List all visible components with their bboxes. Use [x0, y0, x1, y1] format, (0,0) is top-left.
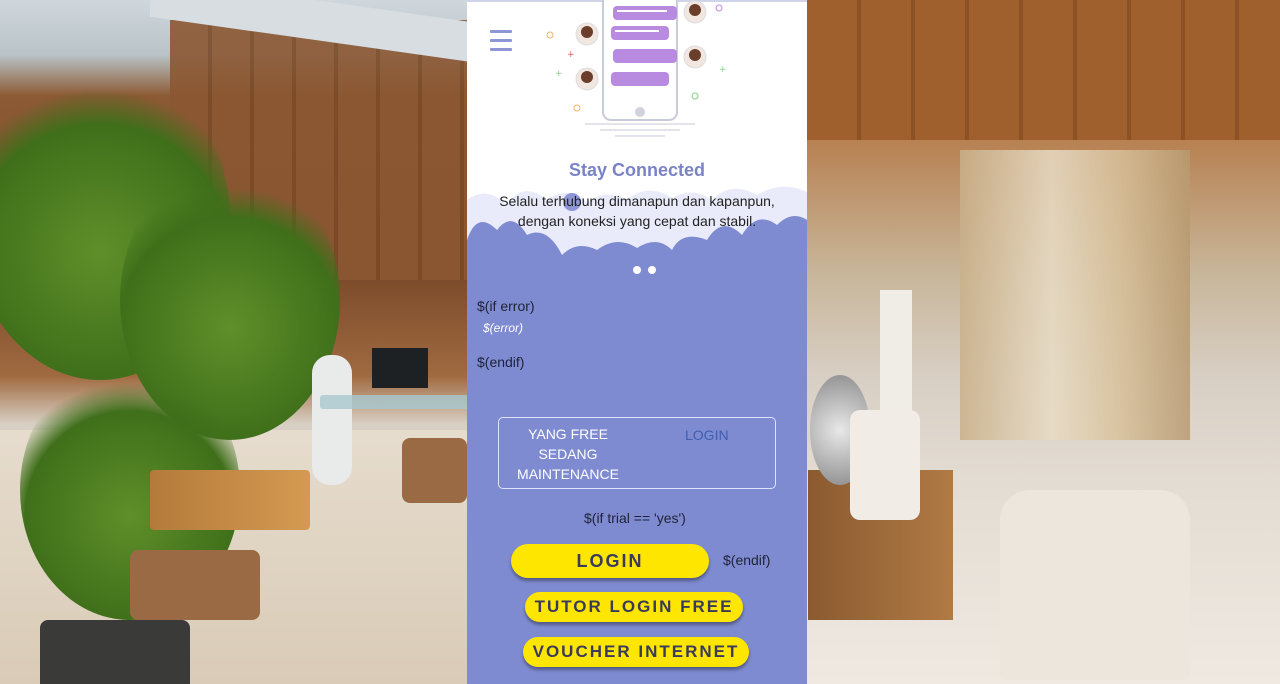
notice-line: YANG FREE [528, 426, 608, 442]
glass-doors [960, 150, 1190, 440]
login-button[interactable]: LOGIN [511, 544, 709, 578]
tutor-login-free-button[interactable]: TUTOR LOGIN FREE [525, 592, 743, 622]
page-title: Stay Connected [568, 160, 706, 180]
login-panel: + + + Stay Connected Selalu terhubung di… [467, 0, 807, 684]
maintenance-notice: YANG FREE SEDANG MAINTENANCE LOGIN [498, 417, 776, 489]
subtitle-line: Selalu terhubung dimanapun dan kapanpun, [499, 193, 775, 209]
svg-text:+: + [719, 65, 727, 75]
plant-pot [40, 620, 190, 684]
armchair [1000, 490, 1190, 680]
error-message: $(error) [483, 321, 524, 335]
svg-text:+: + [555, 69, 563, 79]
notice-text: YANG FREE SEDANG MAINTENANCE [513, 424, 623, 484]
page-subtitle: Selalu terhubung dimanapun dan kapanpun,… [487, 191, 787, 231]
wood-bench [150, 470, 310, 530]
subtitle-line: dengan koneksi yang cepat dan stabil. [517, 213, 757, 229]
template-endif: $(endif) [723, 552, 771, 568]
menu-icon[interactable] [490, 30, 512, 54]
carousel-dots [633, 261, 663, 279]
armchair [850, 410, 920, 520]
template-if-trial: $(if trial == 'yes') [584, 510, 686, 526]
chat-illustration: + + + [546, 0, 727, 137]
ottoman [402, 438, 467, 503]
ottoman [130, 550, 260, 620]
notice-line: MAINTENANCE [517, 466, 619, 482]
voucher-internet-button[interactable]: VOUCHER INTERNET [523, 637, 749, 667]
glass-desk [320, 395, 470, 409]
login-link[interactable]: LOGIN [685, 427, 729, 443]
wood-ceiling [807, 0, 1280, 140]
office-chair [312, 355, 352, 485]
template-endif: $(endif) [477, 354, 525, 370]
notice-line: SEDANG [538, 446, 598, 462]
template-if-error: $(if error) [477, 298, 535, 314]
carousel-dot[interactable] [648, 266, 656, 274]
computer-monitor [372, 348, 428, 388]
svg-text:+: + [567, 50, 575, 60]
carousel-dot[interactable] [633, 266, 641, 274]
